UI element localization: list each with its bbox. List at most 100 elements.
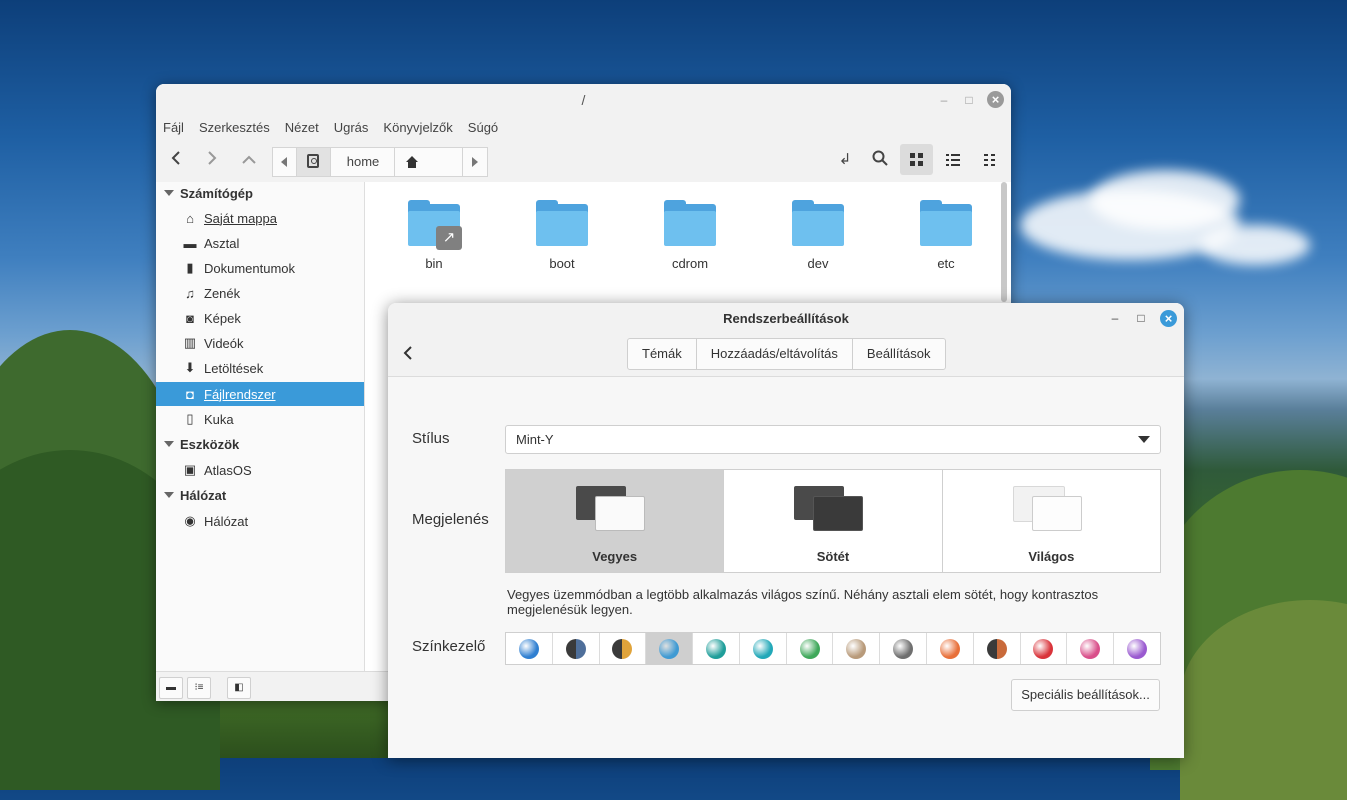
- sidebar-item-network[interactable]: ◉ Hálózat: [156, 509, 364, 533]
- show-places-button[interactable]: ▬: [159, 677, 183, 699]
- menu-go[interactable]: Ugrás: [334, 120, 369, 135]
- accent-swatch[interactable]: [740, 633, 787, 664]
- accent-swatch[interactable]: [833, 633, 881, 664]
- menu-view[interactable]: Nézet: [285, 120, 319, 135]
- menu-bar: Fájl Szerkesztés Nézet Ugrás Könyvjelzők…: [156, 116, 1011, 138]
- accent-swatch[interactable]: [506, 633, 553, 664]
- list-view-icon[interactable]: [941, 148, 965, 172]
- window-title: Rendszerbeállítások: [723, 311, 849, 326]
- sidebar-item-documents[interactable]: ▮ Dokumentumok: [156, 256, 364, 280]
- folder-icon: [536, 200, 588, 246]
- sidebar-item-atlasos[interactable]: ▣ AtlasOS: [156, 458, 364, 482]
- title-bar: Rendszerbeállítások – □ ×: [388, 303, 1184, 333]
- close-button[interactable]: ×: [1160, 310, 1177, 327]
- breadcrumb-filesystem[interactable]: [296, 147, 332, 177]
- menu-file[interactable]: Fájl: [163, 120, 184, 135]
- accent-swatch[interactable]: [693, 633, 740, 664]
- accent-swatch[interactable]: [1021, 633, 1068, 664]
- symlink-arrow-icon: ↗: [436, 226, 462, 250]
- breadcrumb-home-folder[interactable]: [394, 147, 464, 177]
- accent-label: Színkezelő: [412, 638, 486, 655]
- accent-swatch[interactable]: [1067, 633, 1115, 664]
- tab-bar: Témák Hozzáadás/eltávolítás Beállítások: [627, 338, 946, 370]
- show-tree-button[interactable]: ⁝≡: [187, 677, 211, 699]
- chevron-down-icon: [1138, 436, 1150, 443]
- scrollbar[interactable]: [1001, 182, 1007, 302]
- accent-color-dot: [799, 638, 820, 659]
- tab-add-remove[interactable]: Hozzáadás/eltávolítás: [695, 338, 853, 370]
- sidebar-section-network[interactable]: Hálózat: [164, 484, 226, 506]
- accent-color-dot: [706, 638, 727, 659]
- forward-arrow-icon[interactable]: [200, 148, 224, 172]
- style-dropdown[interactable]: Mint-Y: [505, 425, 1161, 454]
- sidebar-section-devices[interactable]: Eszközök: [164, 433, 239, 455]
- sidebar-item-trash[interactable]: ▯ Kuka: [156, 407, 364, 431]
- folder-item[interactable]: dev: [773, 200, 863, 271]
- breadcrumb-home[interactable]: home: [330, 147, 396, 177]
- accent-color-dot: [659, 638, 680, 659]
- mode-description: Vegyes üzemmódban a legtöbb alkalmazás v…: [507, 587, 1099, 617]
- up-arrow-icon[interactable]: [237, 148, 261, 172]
- tab-settings[interactable]: Beállítások: [851, 338, 946, 370]
- accent-swatch[interactable]: [553, 633, 600, 664]
- appearance-label: Megjelenés: [412, 511, 489, 528]
- accent-swatch[interactable]: [1114, 633, 1160, 664]
- mode-dark-option[interactable]: Sötét: [724, 470, 943, 572]
- maximize-button[interactable]: □: [961, 92, 977, 108]
- grid-view-icon: [910, 153, 923, 166]
- back-arrow-icon[interactable]: [164, 148, 188, 172]
- folder-item[interactable]: etc: [901, 200, 991, 271]
- sidebar-item-pictures[interactable]: ◙ Képek: [156, 306, 364, 330]
- sidebar-item-filesystem[interactable]: ◘ Fájlrendszer: [156, 382, 364, 406]
- sidebar-item-desktop[interactable]: ▬ Asztal: [156, 231, 364, 255]
- tab-themes[interactable]: Témák: [627, 338, 697, 370]
- toolbar: home ↲: [156, 138, 1011, 183]
- folder-item[interactable]: cdrom: [645, 200, 735, 271]
- breadcrumb-right-button[interactable]: [462, 147, 488, 177]
- light-preview-front: [1031, 496, 1082, 531]
- back-arrow-icon[interactable]: [402, 345, 418, 363]
- sidebar-item-music[interactable]: ♫ Zenék: [156, 281, 364, 305]
- folder-item[interactable]: ↗ bin: [389, 200, 479, 271]
- accent-swatch[interactable]: [927, 633, 974, 664]
- accent-color-dot: [846, 638, 867, 659]
- minimize-button[interactable]: –: [1107, 310, 1123, 326]
- folder-icon: [920, 200, 972, 246]
- accent-color-dot: [1080, 638, 1101, 659]
- close-button[interactable]: ×: [987, 91, 1004, 108]
- mode-mixed-option[interactable]: Vegyes: [506, 470, 725, 572]
- sidebar-item-home[interactable]: ⌂ Saját mappa: [156, 206, 364, 230]
- accent-swatch[interactable]: [646, 633, 694, 664]
- desktop-icon: ▬: [183, 235, 197, 251]
- maximize-button[interactable]: □: [1133, 310, 1149, 326]
- accent-swatch[interactable]: [880, 633, 928, 664]
- search-icon[interactable]: [868, 148, 892, 172]
- menu-help[interactable]: Súgó: [468, 120, 498, 135]
- menu-bookmarks[interactable]: Könyvjelzők: [383, 120, 452, 135]
- folder-item[interactable]: boot: [517, 200, 607, 271]
- accent-color-dot: [612, 638, 633, 659]
- accent-swatch[interactable]: [600, 633, 647, 664]
- accent-swatch[interactable]: [974, 633, 1021, 664]
- sidebar-item-downloads[interactable]: ⬇ Letöltések: [156, 356, 364, 380]
- mode-light-option[interactable]: Világos: [943, 470, 1160, 572]
- title-bar: / – □ ×: [156, 84, 1011, 116]
- minimize-button[interactable]: –: [936, 92, 952, 108]
- sidebar-section-computer[interactable]: Számítógép: [164, 182, 253, 204]
- home-icon: [406, 156, 418, 168]
- hide-sidebar-button[interactable]: ◧: [227, 677, 251, 699]
- accent-color-dot: [1033, 638, 1054, 659]
- compact-view-icon[interactable]: [978, 148, 1002, 172]
- drive-icon: ▣: [183, 462, 197, 477]
- icon-view-button[interactable]: [900, 144, 933, 175]
- advanced-settings-button[interactable]: Speciális beállítások...: [1011, 679, 1160, 711]
- toggle-location-icon[interactable]: ↲: [833, 148, 857, 172]
- accent-color-dot: [986, 638, 1007, 659]
- sidebar-item-videos[interactable]: ▥ Videók: [156, 331, 364, 355]
- music-icon: ♫: [185, 285, 195, 301]
- breadcrumb-left-button[interactable]: [272, 147, 298, 177]
- accent-swatch[interactable]: [787, 633, 834, 664]
- menu-edit[interactable]: Szerkesztés: [199, 120, 270, 135]
- accent-color-dot: [1127, 638, 1148, 659]
- accent-color-dot: [565, 638, 586, 659]
